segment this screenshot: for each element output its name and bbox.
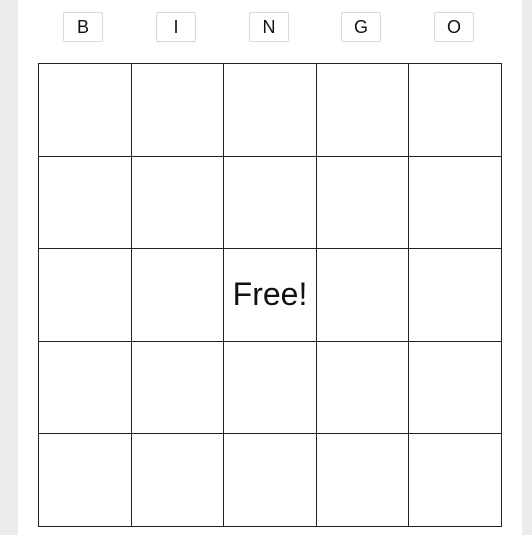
bingo-cell[interactable]: [316, 249, 410, 342]
bingo-cell[interactable]: [39, 249, 132, 342]
bingo-cell[interactable]: [316, 434, 410, 527]
bingo-cell[interactable]: [409, 341, 502, 435]
header-letter-o[interactable]: O: [434, 12, 474, 42]
bingo-grid: Free!: [38, 63, 502, 527]
bingo-cell[interactable]: [409, 156, 502, 250]
bingo-cell[interactable]: [224, 64, 317, 157]
bingo-cell[interactable]: [224, 156, 317, 250]
bingo-cell[interactable]: [409, 434, 502, 527]
bingo-cell[interactable]: [409, 64, 502, 157]
bingo-cell[interactable]: [39, 64, 132, 157]
bingo-cell[interactable]: [316, 156, 410, 250]
bingo-cell[interactable]: [224, 341, 317, 435]
bingo-cell[interactable]: [131, 64, 225, 157]
bingo-cell[interactable]: [131, 249, 225, 342]
bingo-cell[interactable]: [131, 434, 225, 527]
bingo-cell[interactable]: [39, 434, 132, 527]
bingo-header: B I N G O: [18, 0, 522, 60]
bingo-cell[interactable]: [131, 156, 225, 250]
header-letter-i[interactable]: I: [156, 12, 196, 42]
bingo-cell[interactable]: [409, 249, 502, 342]
bingo-cell[interactable]: [39, 156, 132, 250]
free-space-cell[interactable]: Free!: [224, 249, 317, 342]
bingo-card: B I N G O Free!: [18, 0, 522, 535]
header-letter-g[interactable]: G: [341, 12, 381, 42]
bingo-cell[interactable]: [131, 341, 225, 435]
header-letter-n[interactable]: N: [249, 12, 289, 42]
bingo-cell[interactable]: [224, 434, 317, 527]
bingo-cell[interactable]: [316, 341, 410, 435]
header-letter-b[interactable]: B: [63, 12, 103, 42]
bingo-cell[interactable]: [316, 64, 410, 157]
bingo-cell[interactable]: [39, 341, 132, 435]
